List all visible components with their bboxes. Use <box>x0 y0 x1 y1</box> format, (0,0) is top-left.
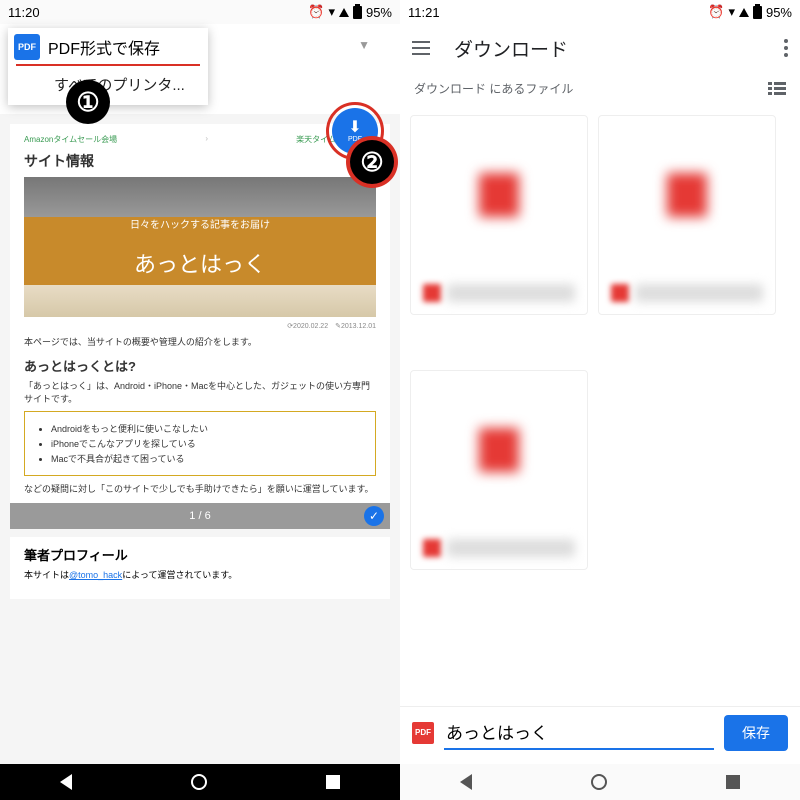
wifi-icon: ▾ <box>728 4 735 20</box>
pdf-thumbnail-icon <box>479 428 519 472</box>
clock: 11:21 <box>408 5 440 20</box>
pdf-icon <box>423 539 441 557</box>
dates: ⟳2020.02.22 ✎2013.12.01 <box>24 321 376 331</box>
menu-icon[interactable] <box>412 41 430 55</box>
author-link[interactable]: @tomo_hack <box>69 570 122 580</box>
android-nav-bar <box>0 764 400 800</box>
battery-pct: 95% <box>766 5 792 20</box>
recents-icon[interactable] <box>326 775 340 789</box>
file-tile[interactable] <box>598 115 776 315</box>
signal-icon <box>739 8 749 17</box>
pdf-thumbnail-icon <box>667 173 707 217</box>
more-vert-icon[interactable] <box>784 39 788 57</box>
annotation-marker-2: ② <box>350 140 394 184</box>
alarm-icon: ⏰ <box>708 4 724 20</box>
chevron-down-icon[interactable]: ▼ <box>358 38 370 52</box>
wifi-icon: ▾ <box>328 4 335 20</box>
pdf-icon <box>611 284 629 302</box>
file-name-blurred <box>447 284 575 302</box>
home-icon[interactable] <box>191 774 207 790</box>
file-name-blurred <box>447 539 575 557</box>
print-preview-page-2: 筆者プロフィール 本サイトは@tomo_hackによって運営されています。 <box>10 537 390 599</box>
home-icon[interactable] <box>591 774 607 790</box>
status-bar: 11:20 ⏰ ▾ 95% <box>0 0 400 24</box>
battery-icon <box>353 6 362 19</box>
page-indicator: 1 / 6 ✓ <box>10 503 390 529</box>
battery-icon <box>753 6 762 19</box>
file-name-blurred <box>635 284 763 302</box>
site-banner: 日々をハックする記事をお届け あっとはっく <box>24 177 376 317</box>
save-file-bar: PDF あっとはっく 保存 <box>400 706 800 758</box>
back-icon[interactable] <box>460 774 472 790</box>
android-nav-bar <box>400 764 800 800</box>
pdf-icon <box>423 284 441 302</box>
recents-icon[interactable] <box>726 775 740 789</box>
file-grid <box>400 105 800 625</box>
file-tile[interactable] <box>410 115 588 315</box>
alarm-icon: ⏰ <box>308 4 324 20</box>
pdf-icon: PDF <box>412 722 434 744</box>
popup-title: PDF形式で保存 <box>48 35 160 59</box>
print-preview-page: Amazonタイムセール会場 › 楽天タイムセール会場 サイト情報 日々をハック… <box>10 124 390 529</box>
battery-pct: 95% <box>366 5 392 20</box>
annotation-marker-1: ① <box>66 80 110 124</box>
app-title: ダウンロード <box>454 35 784 62</box>
save-button[interactable]: 保存 <box>724 715 788 751</box>
download-icon: ⬇ <box>348 120 361 136</box>
list-view-icon[interactable] <box>768 82 786 95</box>
highlight-box: Androidをもっと便利に使いこなしたい iPhoneでこんなアプリを探してい… <box>24 411 376 476</box>
signal-icon <box>339 8 349 17</box>
subheader: ダウンロード にあるファイル <box>400 72 800 105</box>
underline <box>16 64 200 66</box>
status-bar: 11:21 ⏰ ▾ 95% <box>400 0 800 24</box>
file-tile[interactable] <box>410 370 588 570</box>
back-icon[interactable] <box>60 774 72 790</box>
filename-input[interactable]: あっとはっく <box>444 715 714 750</box>
pdf-icon: PDF <box>14 34 40 60</box>
clock: 11:20 <box>8 5 40 20</box>
chevron-right-icon: › <box>205 134 208 145</box>
heading-site-info: サイト情報 <box>24 151 376 171</box>
app-bar: ダウンロード <box>400 24 800 72</box>
breadcrumb: Amazonタイムセール会場 <box>24 134 117 145</box>
page-selected-check-icon[interactable]: ✓ <box>364 506 384 526</box>
pdf-thumbnail-icon <box>479 173 519 217</box>
